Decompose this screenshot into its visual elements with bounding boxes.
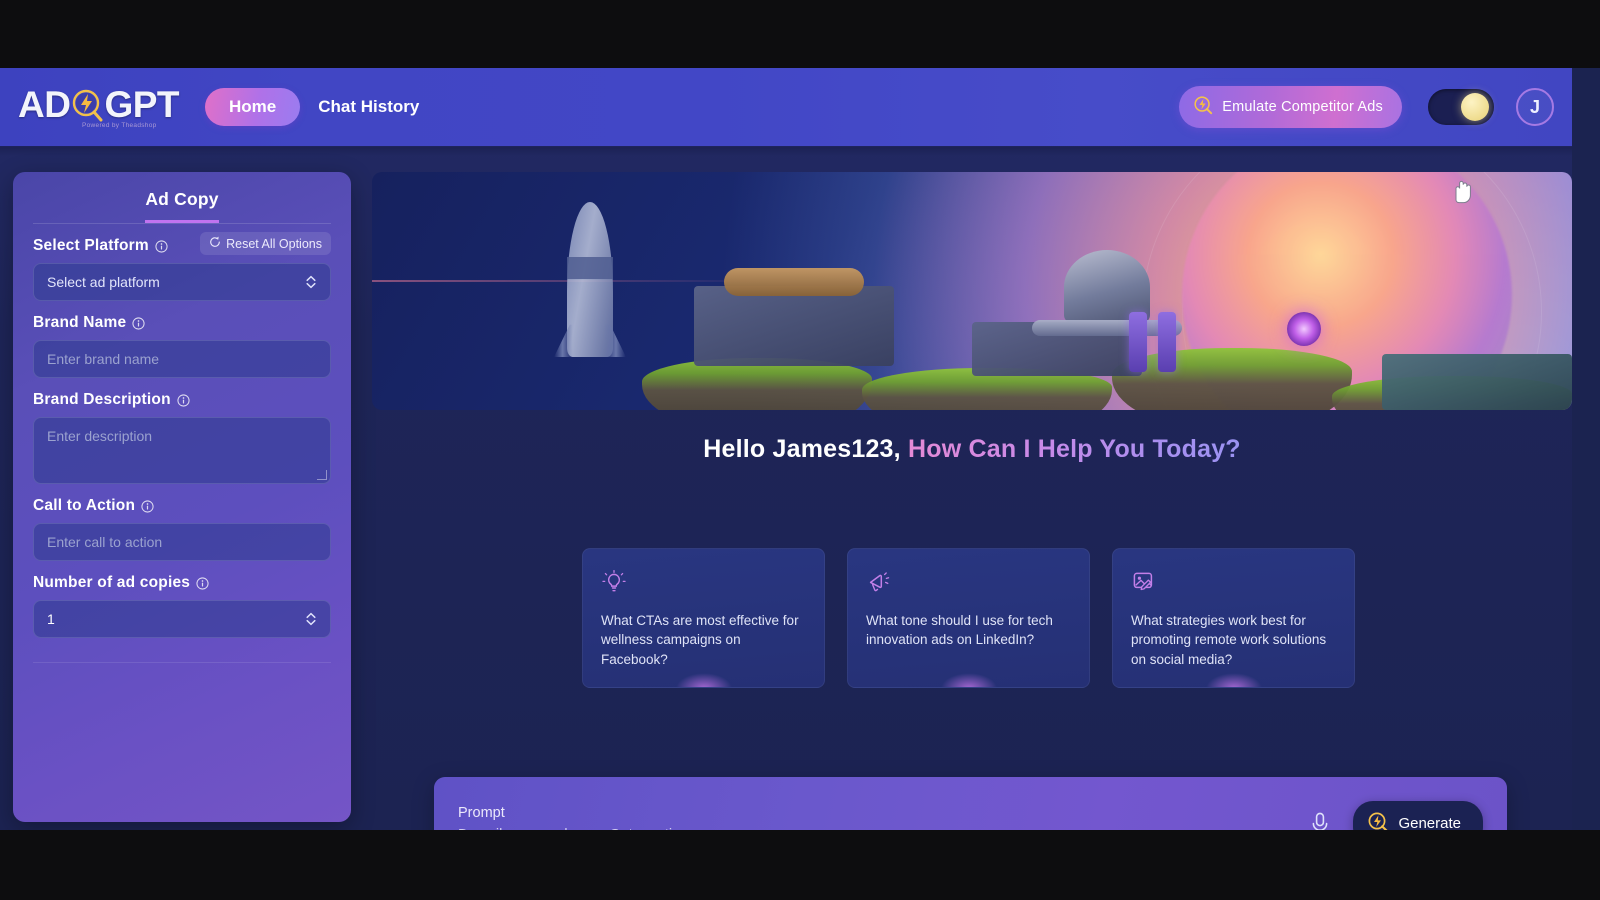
sidebar-tabs: Ad Copy: [33, 172, 331, 223]
suggestion-card[interactable]: What tone should I use for tech innovati…: [847, 548, 1090, 688]
brand-description-label: Brand Description: [33, 391, 171, 408]
number-of-ad-copies-stepper[interactable]: 1: [33, 600, 331, 638]
hero-machine-2: [724, 268, 864, 296]
call-to-action-input[interactable]: Enter call to action: [33, 523, 331, 561]
page-title: Hello James123, How Can I Help You Today…: [372, 435, 1572, 464]
brand-name-label-row: Brand Name: [33, 314, 331, 332]
logo-text-ad: AD: [18, 84, 71, 125]
field-number-of-ad-copies: Number of ad copies 1: [33, 574, 331, 638]
emulate-button-label: Emulate Competitor Ads: [1222, 99, 1383, 115]
brand-name-label: Brand Name: [33, 314, 127, 331]
hero-rocket: [567, 202, 613, 357]
field-call-to-action: Call to Action Enter call to action: [33, 497, 331, 561]
suggestion-card-text: What CTAs are most effective for wellnes…: [601, 613, 799, 667]
generate-button[interactable]: Generate: [1353, 800, 1483, 830]
generate-button-label: Generate: [1398, 815, 1461, 830]
theme-mode-toggle[interactable]: [1428, 89, 1494, 125]
right-edge-strip: [1572, 68, 1600, 830]
microphone-icon[interactable]: [1309, 811, 1331, 830]
hero-machine-4: [1382, 354, 1572, 410]
field-select-platform: Select Platform Reset All Options Select…: [33, 232, 331, 301]
logo-lightning-magnifier-icon: [71, 88, 103, 122]
greeting-name: Hello James123,: [703, 435, 901, 463]
theme-toggle-knob: [1461, 93, 1489, 121]
number-of-ad-copies-label-row: Number of ad copies: [33, 574, 331, 592]
select-platform-dropdown[interactable]: Select ad platform: [33, 263, 331, 301]
hero-pillar-1: [1129, 312, 1147, 372]
suggestion-card[interactable]: What strategies work best for promoting …: [1112, 548, 1355, 688]
emulate-lightning-magnifier-icon: [1193, 95, 1213, 119]
nav-item-home[interactable]: Home: [205, 88, 301, 126]
megaphone-icon: [866, 569, 892, 595]
number-of-ad-copies-value: 1: [47, 611, 55, 627]
reset-all-options-button[interactable]: Reset All Options: [200, 232, 331, 255]
info-icon[interactable]: [132, 316, 145, 330]
user-avatar[interactable]: J: [1516, 88, 1554, 126]
ad-copy-sidebar-panel: Ad Copy Select Platform Reset All Option…: [13, 172, 351, 822]
info-icon[interactable]: [155, 239, 168, 253]
avatar-initial: J: [1529, 96, 1540, 117]
app-window: AD GPT Powered by Theadshop Home Chat Hi…: [0, 68, 1572, 830]
hero-pillar-2: [1158, 312, 1176, 372]
prompt-placeholder: Describe your ad copy. Get creative...: [458, 827, 1309, 831]
tab-divider: [33, 223, 331, 224]
nav-item-chat-history[interactable]: Chat History: [308, 88, 429, 126]
brand-description-textarea[interactable]: Enter description: [33, 417, 331, 484]
hero-rocket-band: [567, 257, 613, 279]
main-content: Hello James123, How Can I Help You Today…: [372, 172, 1572, 830]
lightbulb-icon: [601, 569, 627, 595]
prompt-label: Prompt: [458, 804, 505, 821]
select-platform-label-row: Select Platform Reset All Options: [33, 232, 331, 255]
image-edit-icon: [1131, 569, 1157, 595]
chevron-updown-icon: [305, 274, 317, 290]
prompt-text-area[interactable]: Prompt Describe your ad copy. Get creati…: [458, 805, 1309, 831]
emulate-competitor-ads-button[interactable]: Emulate Competitor Ads: [1179, 86, 1402, 128]
hero-banner-image: [372, 172, 1572, 410]
suggestion-cards: What CTAs are most effective for wellnes…: [582, 548, 1355, 688]
logo-row: AD GPT: [18, 84, 180, 125]
hero-portal-glow: [1287, 312, 1321, 346]
info-icon[interactable]: [141, 499, 154, 513]
call-to-action-label-row: Call to Action: [33, 497, 331, 515]
suggestion-card-text: What strategies work best for promoting …: [1131, 613, 1327, 667]
info-icon[interactable]: [177, 393, 190, 407]
call-to-action-label: Call to Action: [33, 497, 136, 514]
hero-machine-1: [694, 286, 894, 366]
prompt-input-bar[interactable]: Prompt Describe your ad copy. Get creati…: [434, 777, 1507, 830]
number-of-ad-copies-label: Number of ad copies: [33, 574, 191, 591]
reset-button-label: Reset All Options: [226, 236, 322, 251]
select-platform-label: Select Platform: [33, 237, 149, 254]
logo-text-gpt: GPT: [104, 84, 180, 125]
app-logo[interactable]: AD GPT Powered by Theadshop: [18, 84, 180, 129]
chevron-updown-icon: [305, 611, 317, 627]
screen: AD GPT Powered by Theadshop Home Chat Hi…: [0, 0, 1600, 900]
info-icon[interactable]: [196, 576, 209, 590]
field-brand-description: Brand Description Enter description: [33, 391, 331, 484]
logo-tagline: Powered by Theadshop: [82, 122, 157, 129]
reset-icon: [209, 236, 221, 251]
suggestion-card[interactable]: What CTAs are most effective for wellnes…: [582, 548, 825, 688]
generate-lightning-magnifier-icon: [1367, 811, 1389, 830]
tab-ad-copy[interactable]: Ad Copy: [145, 189, 219, 223]
select-platform-value: Select ad platform: [47, 274, 160, 290]
main-nav: Home Chat History: [205, 88, 429, 126]
hero-island-3: [1112, 348, 1352, 410]
field-brand-name: Brand Name Enter brand name: [33, 314, 331, 378]
sidebar-divider: [33, 662, 331, 663]
top-header: AD GPT Powered by Theadshop Home Chat Hi…: [0, 68, 1572, 156]
suggestion-card-text: What tone should I use for tech innovati…: [866, 613, 1053, 648]
brand-description-label-row: Brand Description: [33, 391, 331, 409]
greeting-question: How Can I Help You Today?: [907, 435, 1241, 463]
brand-name-input[interactable]: Enter brand name: [33, 340, 331, 378]
